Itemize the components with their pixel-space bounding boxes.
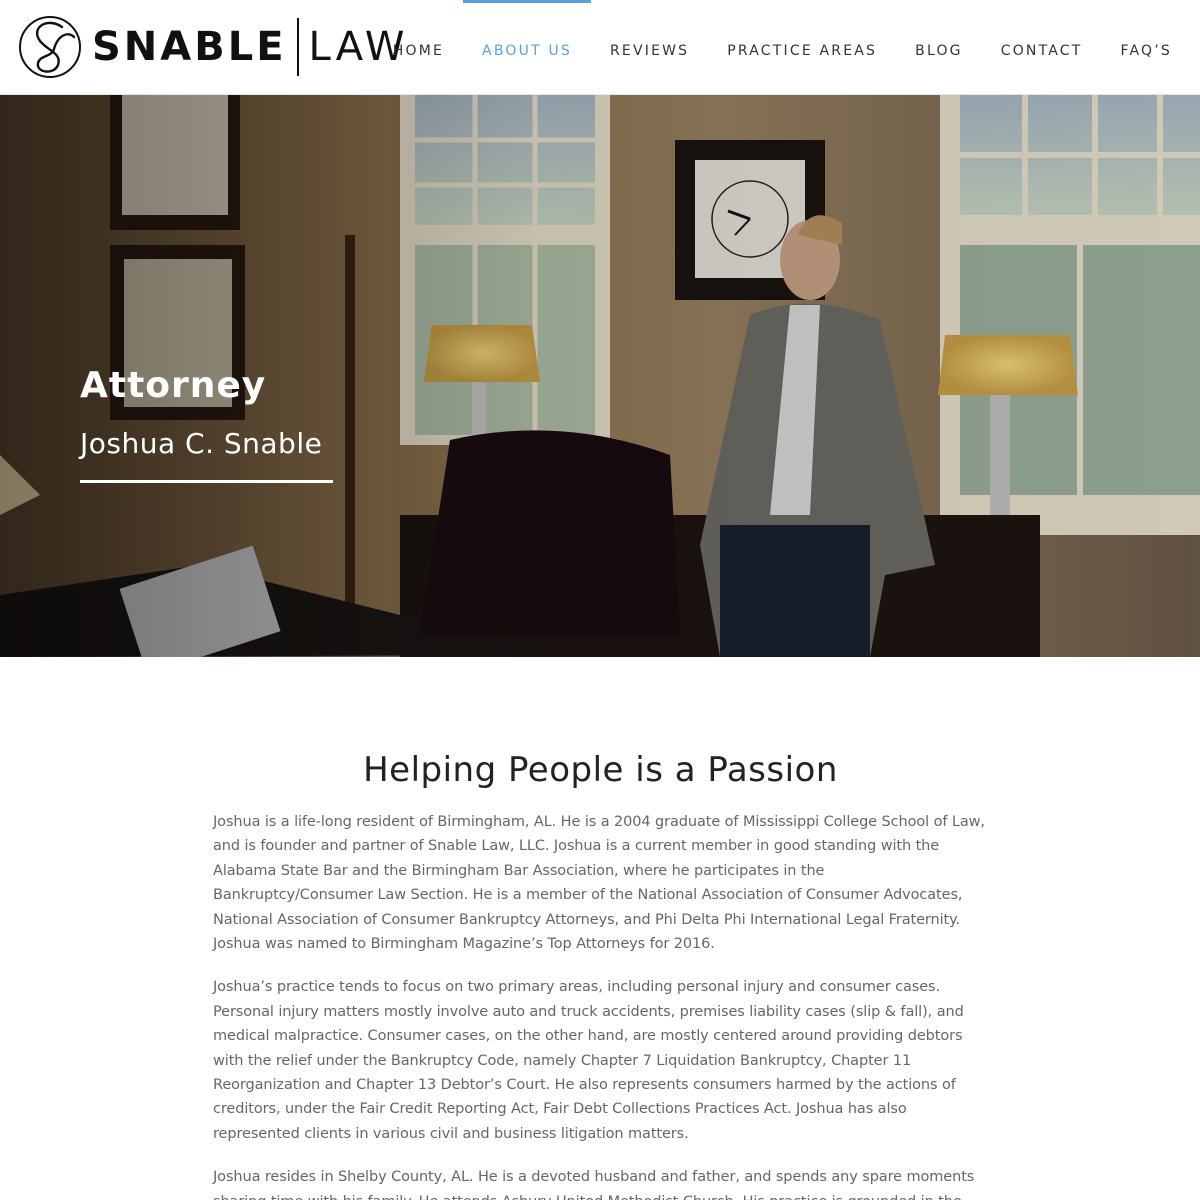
nav-item-about-us[interactable]: ABOUT US bbox=[463, 0, 591, 95]
logo-monogram-icon bbox=[19, 16, 81, 78]
hero-banner: Attorney Joshua C. Snable bbox=[0, 95, 1200, 657]
bio-paragraph-1: Joshua is a life-long resident of Birmin… bbox=[213, 814, 985, 953]
nav-item-practice-areas[interactable]: PRACTICE AREAS bbox=[727, 0, 877, 95]
bio-paragraph-2: Joshua’s practice tends to focus on two … bbox=[213, 979, 964, 1142]
logo-divider bbox=[296, 18, 299, 76]
about-content: Helping People is a Passion Joshua is a … bbox=[213, 750, 988, 1200]
logo-name: SNABLE bbox=[92, 24, 287, 70]
hero-underline bbox=[80, 480, 333, 483]
hero-subtitle: Joshua C. Snable bbox=[80, 427, 323, 460]
main-nav: HOME ABOUT US REVIEWS PRACTICE AREAS BLO… bbox=[355, 0, 1172, 95]
nav-item-blog[interactable]: BLOG bbox=[915, 0, 963, 95]
hero-title: Attorney bbox=[80, 365, 267, 406]
nav-item-contact[interactable]: CONTACT bbox=[1001, 0, 1083, 95]
nav-item-faqs[interactable]: FAQ’S bbox=[1121, 0, 1172, 95]
nav-item-home[interactable]: HOME bbox=[393, 0, 444, 95]
bio-paragraph-3: Joshua resides in Shelby County, AL. He … bbox=[213, 1169, 975, 1200]
site-logo[interactable]: SNABLE LAW bbox=[18, 12, 408, 82]
site-header: SNABLE LAW HOME ABOUT US REVIEWS PRACTIC… bbox=[0, 0, 1200, 95]
section-heading: Helping People is a Passion bbox=[363, 750, 838, 790]
nav-item-reviews[interactable]: REVIEWS bbox=[610, 0, 689, 95]
